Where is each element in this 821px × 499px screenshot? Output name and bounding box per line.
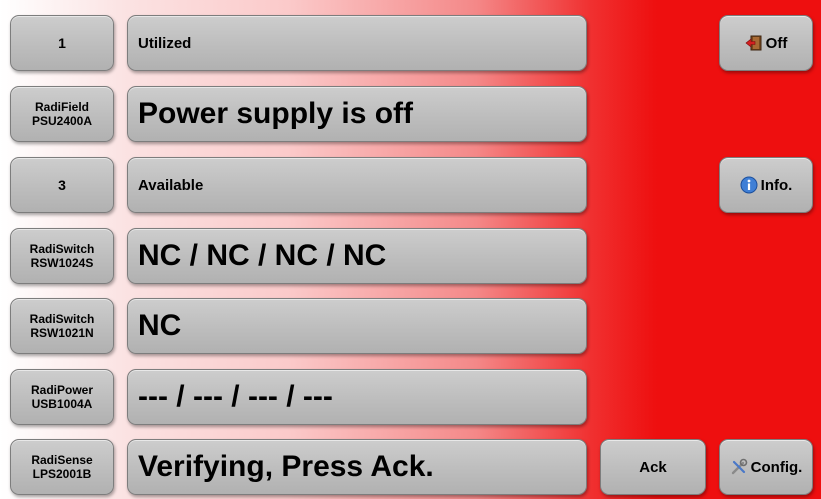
status-field-7[interactable]: Verifying, Press Ack. [127, 439, 587, 495]
slot-button-6[interactable]: RadiPower USB1004A [10, 369, 114, 425]
slot-button-2[interactable]: RadiField PSU2400A [10, 86, 114, 142]
slot-model: RSW1024S [30, 256, 94, 270]
info-button[interactable]: Info. [719, 157, 813, 213]
status-field-5[interactable]: NC [127, 298, 587, 354]
status-text: Verifying, Press Ack. [138, 450, 434, 483]
status-field-3[interactable]: Available [127, 157, 587, 213]
tools-icon [730, 458, 748, 476]
status-text: NC / NC / NC / NC [138, 239, 387, 272]
off-label: Off [765, 34, 788, 52]
info-icon [740, 176, 758, 194]
slot-button-7[interactable]: RadiSense LPS2001B [10, 439, 114, 495]
slot-button-4[interactable]: RadiSwitch RSW1024S [10, 228, 114, 284]
slot-model: LPS2001B [32, 467, 92, 481]
slot-label: 1 [58, 35, 66, 51]
status-field-6[interactable]: --- / --- / --- / --- [127, 369, 587, 425]
off-button[interactable]: Off [719, 15, 813, 71]
slot-label: 3 [58, 177, 66, 193]
status-text: NC [138, 309, 182, 342]
slot-name: RadiSwitch [29, 312, 95, 326]
slot-button-5[interactable]: RadiSwitch RSW1021N [10, 298, 114, 354]
slot-name: RadiField [34, 100, 89, 114]
status-field-1[interactable]: Utilized [127, 15, 587, 71]
slot-button-1[interactable]: 1 [10, 15, 114, 71]
slot-name: RadiPower [30, 383, 93, 397]
ack-button[interactable]: Ack [600, 439, 706, 495]
slot-name: RadiSense [31, 453, 93, 467]
status-text: Power supply is off [138, 97, 414, 130]
status-text: --- / --- / --- / --- [138, 380, 333, 413]
slot-button-3[interactable]: 3 [10, 157, 114, 213]
exit-door-icon [745, 34, 763, 52]
config-label: Config. [750, 458, 803, 476]
slot-model: USB1004A [31, 397, 93, 411]
ack-label: Ack [639, 458, 667, 476]
status-field-2[interactable]: Power supply is off [127, 86, 587, 142]
slot-model: PSU2400A [31, 114, 93, 128]
status-text: Utilized [138, 34, 192, 52]
slot-name: RadiSwitch [29, 242, 95, 256]
status-field-4[interactable]: NC / NC / NC / NC [127, 228, 587, 284]
status-text: Available [138, 176, 204, 194]
config-button[interactable]: Config. [719, 439, 813, 495]
info-label: Info. [760, 176, 793, 194]
slot-model: RSW1021N [30, 326, 94, 340]
